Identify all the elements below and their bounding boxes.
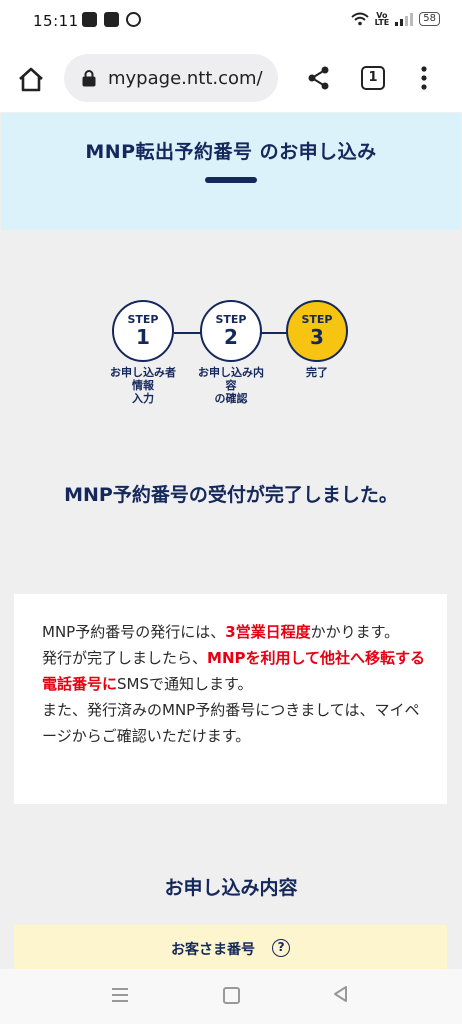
recent-apps-icon[interactable] [112,988,128,1002]
help-icon[interactable]: ? [272,938,291,957]
info-paragraph-2: 発行が完了しましたら、MNPを利用して他社へ移転する電話番号にSMSで通知します… [42,649,426,693]
url-text: mypage.ntt.com/ [108,67,263,89]
app-notification-icon [104,12,119,27]
step-caption: 完了 [306,366,328,379]
home-nav-icon[interactable] [223,987,240,1004]
step-caption: お申し込み内 容 の確認 [198,366,264,405]
battery-icon: 58 [419,12,440,26]
back-icon[interactable] [331,984,351,1004]
status-bar: 15:11 Vo LTE 58 [0,0,462,44]
info-paragraph-1: MNP予約番号の発行には、3営業日程度かかります。 [42,623,400,641]
info-paragraph-3: また、発行済みのMNP予約番号につきましては、マイページからご確認いただけます。 [42,701,420,745]
more-menu-icon[interactable] [414,64,434,92]
customer-number-label: お客さま番号 [170,942,255,958]
share-icon[interactable] [305,64,333,92]
application-heading: お申し込み内容 [164,877,298,899]
business-days-highlight: 3営業日程度 [225,623,311,641]
address-bar[interactable]: mypage.ntt.com/ [64,54,278,102]
page-title: MNP転出予約番号 のお申し込み [85,141,377,163]
title-underline [205,177,257,183]
wifi-icon [350,12,369,26]
step-3: STEP 3 [286,300,348,362]
page-header: MNP転出予約番号 のお申し込み [1,113,461,230]
message-icon [82,12,97,27]
lock-icon [82,70,96,87]
step-connector [260,332,288,334]
step-connector [174,332,202,334]
step-number: 2 [224,325,238,349]
tab-switcher-button[interactable]: 1 [361,66,385,90]
system-icons: Vo LTE 58 [350,11,440,27]
volte-icon: Vo LTE [374,11,390,27]
d-app-icon [126,12,141,27]
signal-icon [395,12,414,26]
status-time: 15:11 [33,12,79,30]
step-caption: お申し込み者 情報 入力 [110,366,176,405]
step-number: 1 [136,325,150,349]
notification-icons [82,12,141,27]
step-2: STEP 2 [200,300,262,362]
browser-toolbar: mypage.ntt.com/ 1 [0,44,462,112]
customer-number-row: お客さま番号 ? [14,925,447,969]
info-card: MNP予約番号の発行には、3営業日程度かかります。 発行が完了しましたら、MNP… [14,594,447,804]
step-indicator: STEP 1 お申し込み者 情報 入力 STEP 2 お申し込み内 容 の確認 … [0,300,462,420]
completion-heading: MNP予約番号の受付が完了しました。 [64,484,398,506]
step-1: STEP 1 [112,300,174,362]
home-icon[interactable] [16,64,46,94]
system-nav-bar [0,969,462,1024]
step-number: 3 [310,325,324,349]
